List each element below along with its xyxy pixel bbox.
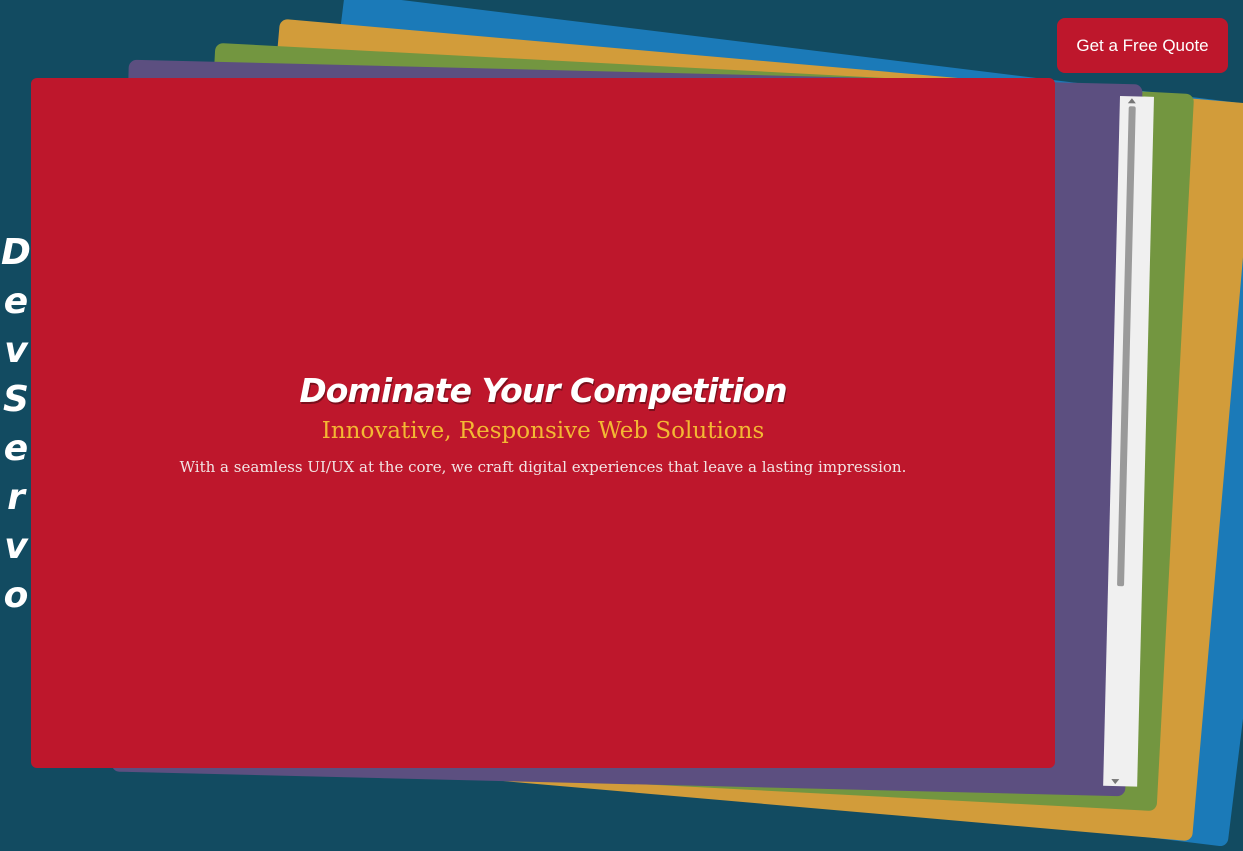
- get-quote-button[interactable]: Get a Free Quote: [1057, 18, 1228, 73]
- brand-letter: r: [7, 477, 25, 518]
- brand-letter: v: [4, 330, 28, 371]
- brand-letter: v: [4, 526, 28, 567]
- scroll-up-arrow-icon[interactable]: [1127, 98, 1136, 104]
- hero-subtitle: Innovative, Responsive Web Solutions: [321, 417, 765, 444]
- scroll-down-arrow-icon[interactable]: [1111, 778, 1120, 785]
- hero-title: Dominate Your Competition: [299, 370, 787, 410]
- hero-card: Dominate Your Competition Innovative, Re…: [31, 78, 1055, 768]
- brand-letter: o: [3, 575, 29, 616]
- brand-letter: e: [3, 281, 29, 322]
- brand-letter: D: [1, 232, 31, 273]
- brand-letter: S: [3, 379, 29, 420]
- brand-letter: e: [3, 428, 29, 469]
- hero-description: With a seamless UI/UX at the core, we cr…: [179, 457, 907, 476]
- brand-logo-vertical: D e v S e r v o: [0, 228, 32, 620]
- page: Dominate Your Competition Innovative, Re…: [0, 0, 1243, 851]
